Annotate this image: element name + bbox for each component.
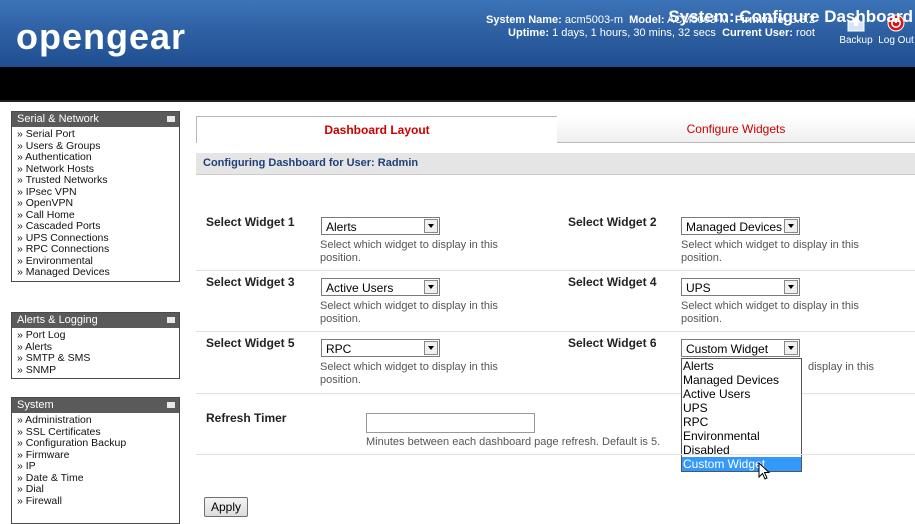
dropdown-option-ups[interactable]: UPS xyxy=(682,401,801,415)
dropdown-option-alerts[interactable]: Alerts xyxy=(682,359,801,373)
widget-2-hint: Select which widget to display in this p… xyxy=(681,239,859,264)
sidebar-serial-network: Serial & Network » Serial Port » Users &… xyxy=(11,111,180,282)
widget-2-select[interactable]: Managed Devices xyxy=(681,217,800,235)
tab-configure-widgets[interactable]: Configure Widgets xyxy=(557,116,915,143)
minimize-icon[interactable] xyxy=(167,116,175,122)
widget-3-select[interactable]: Active Users xyxy=(321,278,440,296)
widget-1-label: Select Widget 1 xyxy=(206,215,295,229)
widget-5-hint: Select which widget to display in this p… xyxy=(320,361,498,386)
chevron-down-icon[interactable] xyxy=(424,280,438,294)
tab-dashboard-layout[interactable]: Dashboard Layout xyxy=(196,116,558,143)
sidebar-item-dial[interactable]: » Dial xyxy=(17,483,179,496)
sidebar-item-firewall[interactable]: » Firewall xyxy=(17,495,179,508)
sidebar-item-ip[interactable]: » IP xyxy=(17,460,179,473)
sidebar-item-trusted-networks[interactable]: » Trusted Networks xyxy=(17,174,179,187)
sidebar-alerts-logging: Alerts & Logging » Port Log » Alerts » S… xyxy=(11,312,180,379)
widget-5-label: Select Widget 5 xyxy=(206,336,295,350)
dropdown-option-custom-widget[interactable]: Custom Widget xyxy=(682,457,801,471)
sidebar-item-openvpn[interactable]: » OpenVPN xyxy=(17,197,179,210)
row-divider xyxy=(196,270,915,271)
opengear-logo: opengear xyxy=(16,16,187,57)
chevron-down-icon[interactable] xyxy=(784,341,798,355)
widget-5-select[interactable]: RPC xyxy=(321,339,440,357)
sidebar-item-managed-devices[interactable]: » Managed Devices xyxy=(17,266,179,279)
dropdown-option-environmental[interactable]: Environmental xyxy=(682,429,801,443)
apply-button[interactable]: Apply xyxy=(204,497,248,517)
configuring-heading: Configuring Dashboard for User: Radmin xyxy=(203,157,419,169)
sidebar-item-snmp[interactable]: » SNMP xyxy=(17,364,179,377)
row-divider xyxy=(196,454,915,455)
widget-3-label: Select Widget 3 xyxy=(206,275,295,289)
sidebar-item-administration[interactable]: » Administration xyxy=(17,414,179,427)
sidebar-item-port-log[interactable]: » Port Log xyxy=(17,329,179,342)
widget-1-hint: Select which widget to display in this p… xyxy=(320,239,498,264)
widget-6-hint: display in this xyxy=(808,361,875,373)
title-bar xyxy=(0,67,915,102)
chevron-down-icon[interactable] xyxy=(424,341,438,355)
sidebar-item-rpc-connections[interactable]: » RPC Connections xyxy=(17,243,179,256)
refresh-timer-hint: Minutes between each dashboard page refr… xyxy=(366,436,661,448)
refresh-timer-input[interactable] xyxy=(366,413,535,433)
refresh-timer-label: Refresh Timer xyxy=(206,411,287,425)
widget-4-hint: Select which widget to display in this p… xyxy=(681,300,859,325)
sidebar-item-cascaded-ports[interactable]: » Cascaded Ports xyxy=(17,220,179,233)
widget-4-select[interactable]: UPS xyxy=(681,278,800,296)
sidebar-section-header[interactable]: Serial & Network xyxy=(12,112,179,127)
chevron-down-icon[interactable] xyxy=(784,280,798,294)
widget-2-label: Select Widget 2 xyxy=(568,215,657,229)
sidebar-item-authentication[interactable]: » Authentication xyxy=(17,151,179,164)
sidebar-item-smtp-sms[interactable]: » SMTP & SMS xyxy=(17,352,179,365)
dropdown-option-active-users[interactable]: Active Users xyxy=(682,387,801,401)
tab-bar: Dashboard Layout Configure Widgets xyxy=(196,116,915,144)
mouse-cursor-icon xyxy=(758,462,771,480)
sidebar-item-firmware[interactable]: » Firmware xyxy=(17,449,179,462)
widget-4-label: Select Widget 4 xyxy=(568,275,657,289)
sidebar-system: System » Administration » SSL Certificat… xyxy=(11,397,180,524)
sidebar-section-header[interactable]: Alerts & Logging xyxy=(12,313,179,328)
dropdown-option-managed-devices[interactable]: Managed Devices xyxy=(682,373,801,387)
page-title: System: Configure Dashboard xyxy=(668,7,913,26)
chevron-down-icon[interactable] xyxy=(424,219,438,233)
dropdown-option-rpc[interactable]: RPC xyxy=(682,415,801,429)
sidebar-item-configuration-backup[interactable]: » Configuration Backup xyxy=(17,437,179,450)
chevron-down-icon[interactable] xyxy=(784,219,798,233)
system-info-line-2: Uptime: 1 days, 1 hours, 30 mins, 32 sec… xyxy=(508,27,815,39)
widget-1-select[interactable]: Alerts xyxy=(321,217,440,235)
sidebar-section-header[interactable]: System xyxy=(12,398,179,413)
widget-6-select[interactable]: Custom Widget xyxy=(681,339,800,357)
sidebar-item-serial-port[interactable]: » Serial Port xyxy=(17,128,179,141)
widget-6-label: Select Widget 6 xyxy=(568,336,657,350)
row-divider xyxy=(196,331,915,332)
widget-3-hint: Select which widget to display in this p… xyxy=(320,300,498,325)
minimize-icon[interactable] xyxy=(167,317,175,323)
row-divider xyxy=(196,393,915,394)
minimize-icon[interactable] xyxy=(167,402,175,408)
